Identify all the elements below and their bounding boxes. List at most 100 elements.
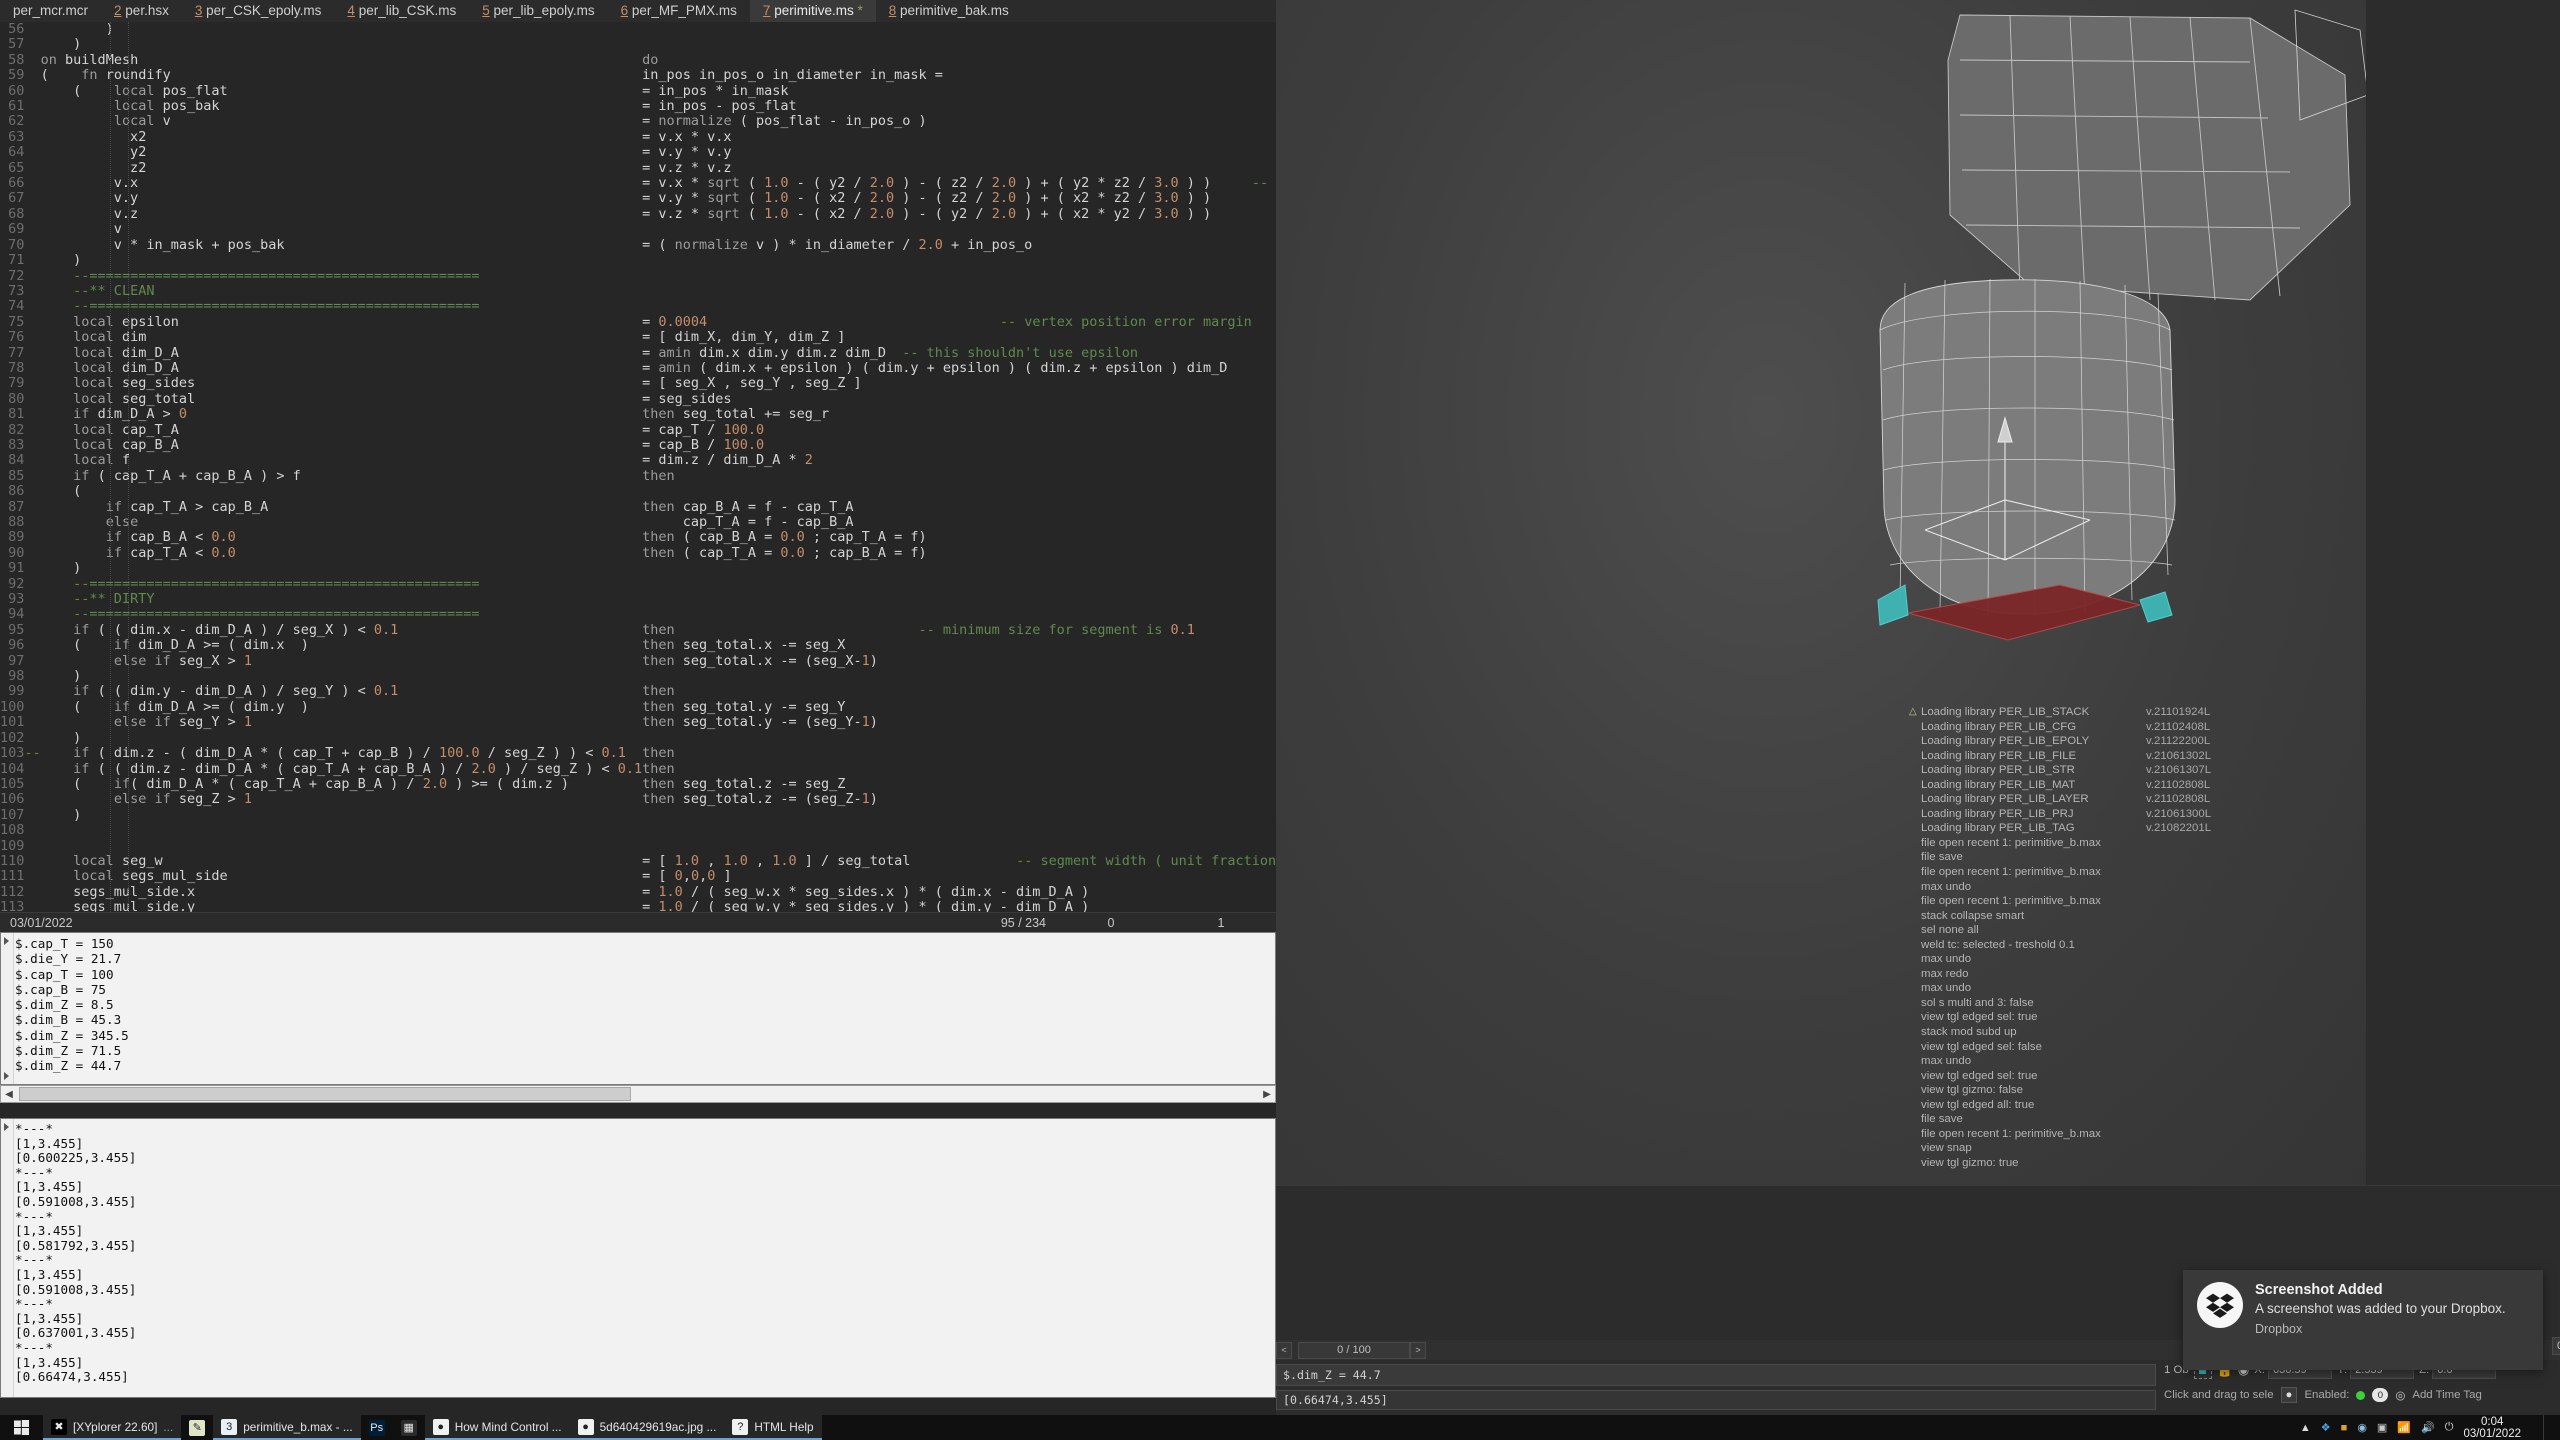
- line-number: 78: [8, 359, 25, 376]
- add-time-tag-button[interactable]: Add Time Tag: [2412, 1389, 2481, 1401]
- line-gutter: [24, 731, 40, 746]
- taskbar-item-5d640429619ac-jpg-[interactable]: ● 5d640429619ac.jpg ...: [569, 1415, 725, 1440]
- taskbar-item-perimitive-b-max-[interactable]: 3 perimitive_b.max - ...: [213, 1415, 361, 1440]
- editor-tab-per-mf-pmx-ms[interactable]: 6 per_MF_PMX.ms: [608, 0, 750, 22]
- editor-tab-per-lib-csk-ms[interactable]: 4 per_lib_CSK.ms: [334, 0, 469, 22]
- code-right: then: [642, 760, 675, 777]
- current-frame-spinner[interactable]: 0: [2552, 1337, 2560, 1355]
- line-number: 69: [8, 221, 25, 238]
- taskbar-item--xyplorer-22-60-[interactable]: ✖ [XYplorer 22.60]...: [43, 1415, 182, 1440]
- scroll-thumb[interactable]: [19, 1087, 631, 1101]
- code-line: 83 local cap_B_A = cap_B / 100.0: [0, 437, 1276, 453]
- viewport[interactable]: △ Loading library PER_LIB_STACK v.21101924…: [1276, 0, 2366, 1185]
- 3dsmax-window: △ Loading library PER_LIB_STACK v.21101924…: [1276, 0, 2560, 1415]
- status-prompt-line[interactable]: [0.66474,3.455]: [1276, 1390, 2156, 1410]
- code-left: local seg_w: [73, 852, 163, 869]
- listener-bottom-scrollbar[interactable]: [1, 1119, 14, 1397]
- time-slider-bar[interactable]: [1276, 1185, 2560, 1204]
- system-tray[interactable]: ▲ ❖ ■ ◉ ▣ 📶 🔊 ⏻ 0:04 03/01/2022: [2300, 1415, 2560, 1440]
- listener-line: $.cap_T = 150: [15, 936, 114, 951]
- log-line: stack mod subd up: [1921, 1025, 2351, 1040]
- editor-tab-per-csk-epoly-ms[interactable]: 3 per_CSK_epoly.ms: [182, 0, 335, 22]
- line-number: 65: [8, 159, 25, 176]
- line-gutter: [24, 222, 40, 237]
- line-gutter: [24, 376, 40, 391]
- code-right: [642, 253, 1276, 268]
- set-key-icon[interactable]: ◎: [2395, 1388, 2405, 1402]
- code-editor-area[interactable]: 56 ) 57 ) 58 on buildMesh do 59( fn roundify i…: [0, 22, 1276, 912]
- editor-tab-perimitive-bak-ms[interactable]: 8 perimitive_bak.ms: [876, 0, 1022, 22]
- listener-line: [1,3.455]: [15, 1310, 84, 1326]
- code-line: 76 local dim = [ dim_X, dim_Y, dim_Z ]: [0, 329, 1276, 346]
- code-left: ): [40, 560, 82, 577]
- maxscript-mini-listener[interactable]: $.dim_Z = 44.7: [1276, 1364, 2156, 1386]
- taskbar-item-how-mind-control-[interactable]: ● How Mind Control ...: [424, 1415, 570, 1440]
- tray-app-icon-2[interactable]: ◉: [2357, 1421, 2367, 1434]
- line-number: 93: [8, 591, 25, 608]
- line-number: 60: [8, 82, 25, 99]
- editor-tab-bar[interactable]: per_mcr.mcr 2 per.hsx 3 per_CSK_epoly.ms 4 …: [0, 0, 1276, 23]
- editor-tab-per-hsx[interactable]: 2 per.hsx: [101, 0, 182, 22]
- taskbar-item-notepad-icon[interactable]: ✎: [181, 1415, 213, 1440]
- taskbar-item-html-help[interactable]: ? HTML Help: [724, 1415, 822, 1440]
- tray-volume-icon[interactable]: 🔊: [2421, 1421, 2435, 1434]
- taskbar-item-calculator-icon[interactable]: ▦: [393, 1415, 425, 1440]
- editor-tab-perimitive-ms[interactable]: 7 perimitive.ms *: [749, 0, 876, 22]
- log-line: Loading library PER_LIB_MAT v.21102808L: [1921, 778, 2351, 793]
- code-line: 65 z2 = v.z * v.z: [0, 159, 1276, 176]
- listener-line: *---*: [15, 1164, 53, 1180]
- dropbox-notification-toast[interactable]: Screenshot Added A screenshot was added …: [2183, 1270, 2543, 1370]
- scroll-right-arrow[interactable]: ▶: [1259, 1089, 1275, 1100]
- line-gutter: [24, 84, 40, 99]
- frame-next-button[interactable]: >: [1410, 1341, 1426, 1359]
- code-right: = cap_T / 100.0: [642, 421, 765, 438]
- scroll-left-arrow[interactable]: ◀: [1, 1089, 17, 1100]
- code-left: segs_mul_side.x: [40, 883, 196, 900]
- code-left: local v: [113, 113, 171, 130]
- line-number: 92: [8, 575, 25, 592]
- listener-horizontal-scrollbar[interactable]: ◀ ▶: [0, 1085, 1276, 1103]
- tray-app-icon-3[interactable]: ▣: [2377, 1421, 2387, 1434]
- tab-number: 8: [888, 2, 897, 18]
- tray-app-icon-1[interactable]: ■: [2341, 1422, 2348, 1434]
- code-left: [41, 823, 643, 838]
- code-right: [642, 669, 1276, 684]
- maxscript-listener-bottom[interactable]: *---* [1,3.455] [0.600225,3.455] *---* [1,3.…: [0, 1118, 1276, 1398]
- tray-network-icon[interactable]: 📶: [2397, 1421, 2411, 1434]
- line-number: 100: [0, 698, 25, 715]
- listener-top-scrollbar[interactable]: [1, 933, 14, 1084]
- auto-key-icon[interactable]: ●: [2280, 1387, 2298, 1403]
- editor-tab-per-mcr-mcr[interactable]: per_mcr.mcr: [0, 0, 101, 22]
- line-number: 95: [8, 621, 25, 638]
- windows-taskbar[interactable]: ✖ [XYplorer 22.60]... ✎ 3 perimitive_b.max -…: [0, 1415, 2560, 1440]
- frame-prev-button[interactable]: <: [1276, 1341, 1292, 1359]
- editor-tab-per-lib-epoly-ms[interactable]: 5 per_lib_epoly.ms: [469, 0, 607, 22]
- line-gutter: [24, 346, 40, 361]
- key-count-badge[interactable]: 0: [2372, 1388, 2389, 1402]
- tray-battery-icon[interactable]: ⏻: [2445, 1421, 2454, 1434]
- line-number: 71: [8, 252, 25, 269]
- taskbar-item-photoshop-icon[interactable]: Ps: [361, 1415, 393, 1440]
- code-lines: 56 ) 57 ) 58 on buildMesh do 59( fn roundify i…: [0, 22, 1276, 912]
- code-left: local dim: [73, 329, 147, 346]
- code-line: 95 if ( ( dim.x - dim_D_A ) / seg_X ) < …: [0, 621, 1276, 638]
- toast-app-name: Dropbox: [2255, 1322, 2303, 1336]
- line-number: 79: [8, 375, 25, 392]
- start-button[interactable]: [0, 1415, 43, 1440]
- log-text: max undo: [1921, 982, 1972, 995]
- code-right: = [ 1.0 , 1.0 , 1.0 ] / seg_total -- seg…: [642, 852, 1276, 869]
- line-gutter: [24, 546, 40, 561]
- code-right: = [ dim_X, dim_Y, dim_Z ]: [642, 329, 846, 346]
- current-frame-field[interactable]: 0 / 100: [1298, 1341, 1410, 1359]
- taskbar-clock[interactable]: 0:04 03/01/2022: [2463, 1416, 2533, 1440]
- tray-dropbox-icon[interactable]: ❖: [2321, 1421, 2331, 1434]
- tray-overflow-icon[interactable]: ▲: [2300, 1422, 2311, 1434]
- code-left: ( fn roundify: [40, 67, 171, 84]
- line-number: 67: [8, 190, 25, 207]
- maxscript-listener-top[interactable]: $.cap_T = 150 $.die_Y = 21.7 $.cap_T = 100…: [0, 932, 1276, 1085]
- listener-line: [0.600225,3.455]: [15, 1150, 137, 1166]
- show-desktop-button[interactable]: [2543, 1415, 2550, 1440]
- viewport-log-overlay: △ Loading library PER_LIB_STACK v.21101924…: [1909, 705, 2351, 1171]
- line-gutter: [24, 22, 40, 37]
- line-gutter: [24, 607, 40, 622]
